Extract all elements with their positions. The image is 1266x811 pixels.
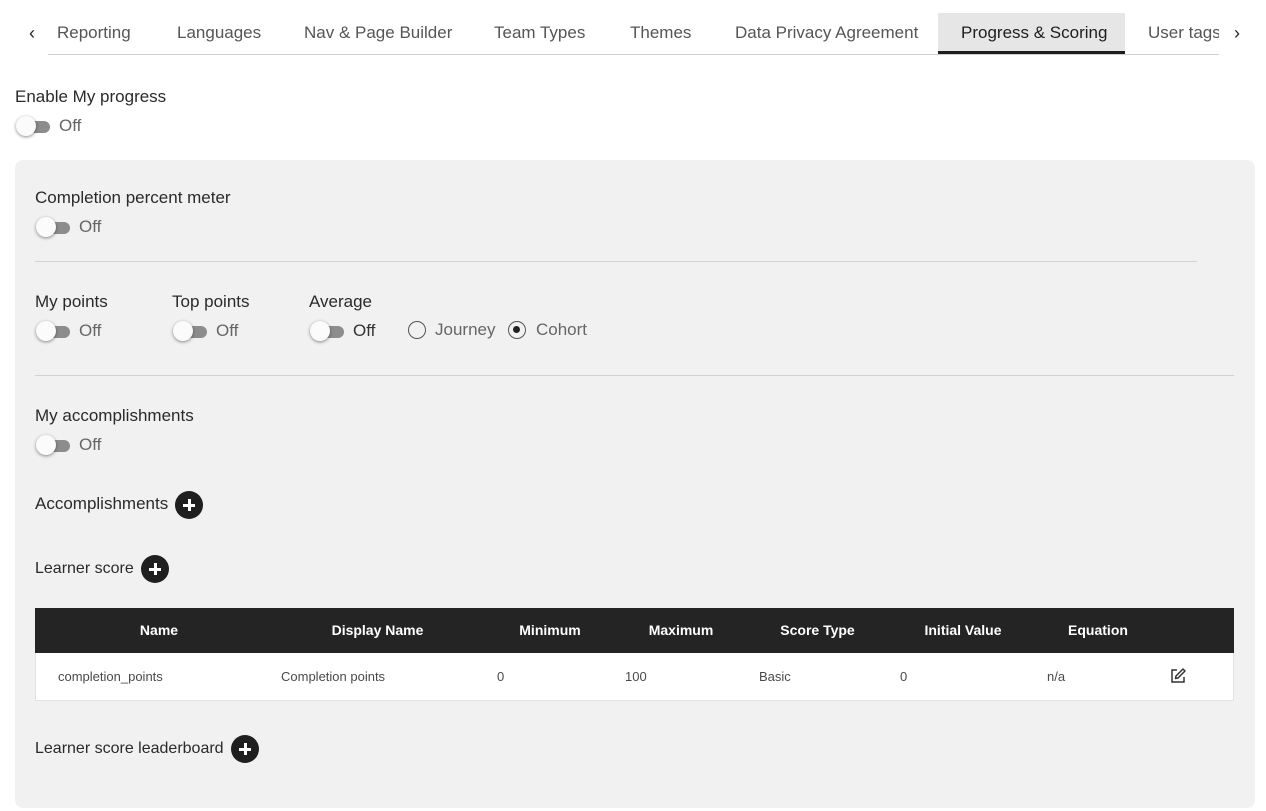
radio-cohort[interactable] — [508, 321, 526, 339]
tab-user-tags[interactable]: User tags — [1125, 13, 1219, 53]
enable-my-progress-label: Enable My progress — [15, 87, 167, 106]
chevron-left-icon[interactable]: ‹ — [24, 22, 40, 44]
column-header-minimum: Minimum — [519, 622, 581, 638]
my-points-state: Off — [79, 321, 102, 340]
tab-themes[interactable]: Themes — [607, 13, 714, 53]
my-accomplishments-state: Off — [79, 435, 102, 454]
enable-my-progress-state: Off — [59, 116, 82, 135]
column-header-name: Name — [139, 622, 179, 638]
radio-journey[interactable] — [408, 321, 426, 339]
my-points-label: My points — [35, 292, 108, 311]
toggle-knob — [310, 321, 330, 341]
toggle-knob — [36, 217, 56, 237]
my-points-toggle[interactable] — [36, 321, 72, 341]
table-header: Name Display Name Minimum Maximum Score … — [35, 608, 1234, 653]
cell-initial-value: 0 — [900, 669, 908, 684]
progress-settings-panel — [15, 160, 1255, 808]
cell-equation: n/a — [1047, 669, 1066, 684]
average-label: Average — [309, 292, 373, 311]
top-points-toggle[interactable] — [173, 321, 209, 341]
tab-reporting[interactable]: Reporting — [48, 13, 154, 53]
my-accomplishments-label: My accomplishments — [35, 406, 194, 425]
cell-display-name: Completion points — [281, 669, 386, 684]
add-learner-score-button[interactable] — [141, 555, 169, 583]
tab-progress-scoring[interactable]: Progress & Scoring — [938, 13, 1125, 54]
average-toggle[interactable] — [310, 321, 346, 341]
learner-score-label: Learner score — [35, 560, 134, 577]
tab-team-types[interactable]: Team Types — [471, 13, 608, 53]
completion-meter-toggle[interactable] — [36, 217, 72, 237]
toggle-knob — [36, 321, 56, 341]
chevron-right-icon[interactable]: › — [1229, 22, 1245, 44]
tab-nav-page-builder[interactable]: Nav & Page Builder — [281, 13, 475, 53]
toggle-knob — [16, 116, 36, 136]
column-header-maximum: Maximum — [648, 622, 714, 638]
settings-tabs: ‹ Reporting Languages Nav & Page Builder… — [0, 0, 1266, 55]
add-accomplishment-button[interactable] — [175, 491, 203, 519]
tab-bar: Reporting Languages Nav & Page Builder T… — [48, 13, 1219, 55]
enable-my-progress-toggle[interactable] — [16, 116, 52, 136]
top-points-state: Off — [216, 321, 239, 340]
tab-data-privacy-agreement[interactable]: Data Privacy Agreement — [712, 13, 941, 53]
column-header-equation: Equation — [1068, 622, 1128, 638]
table-row: completion_points Completion points 0 10… — [35, 653, 1234, 701]
toggle-knob — [36, 435, 56, 455]
learner-score-table: Name Display Name Minimum Maximum Score … — [35, 608, 1234, 701]
leaderboard-label: Learner score leaderboard — [35, 740, 224, 757]
cell-minimum: 0 — [497, 669, 505, 684]
radio-journey-label: Journey — [435, 320, 496, 339]
add-leaderboard-button[interactable] — [231, 735, 259, 763]
radio-cohort-label: Cohort — [536, 320, 588, 339]
tab-languages[interactable]: Languages — [154, 13, 284, 53]
column-header-initial-value: Initial Value — [924, 622, 1002, 638]
accomplishments-label: Accomplishments — [35, 494, 169, 513]
toggle-knob — [173, 321, 193, 341]
cell-score-type: Basic — [759, 669, 791, 684]
my-accomplishments-toggle[interactable] — [36, 435, 72, 455]
column-header-score-type: Score Type — [780, 622, 855, 638]
divider — [35, 375, 1234, 376]
completion-meter-state: Off — [79, 217, 102, 236]
edit-icon[interactable] — [1169, 667, 1187, 685]
column-header-display-name: Display Name — [331, 622, 424, 638]
average-state: Off — [353, 321, 376, 340]
divider — [35, 261, 1197, 262]
completion-meter-label: Completion percent meter — [35, 188, 231, 207]
cell-name: completion_points — [58, 669, 163, 684]
top-points-label: Top points — [172, 292, 250, 311]
cell-maximum: 100 — [625, 669, 647, 684]
